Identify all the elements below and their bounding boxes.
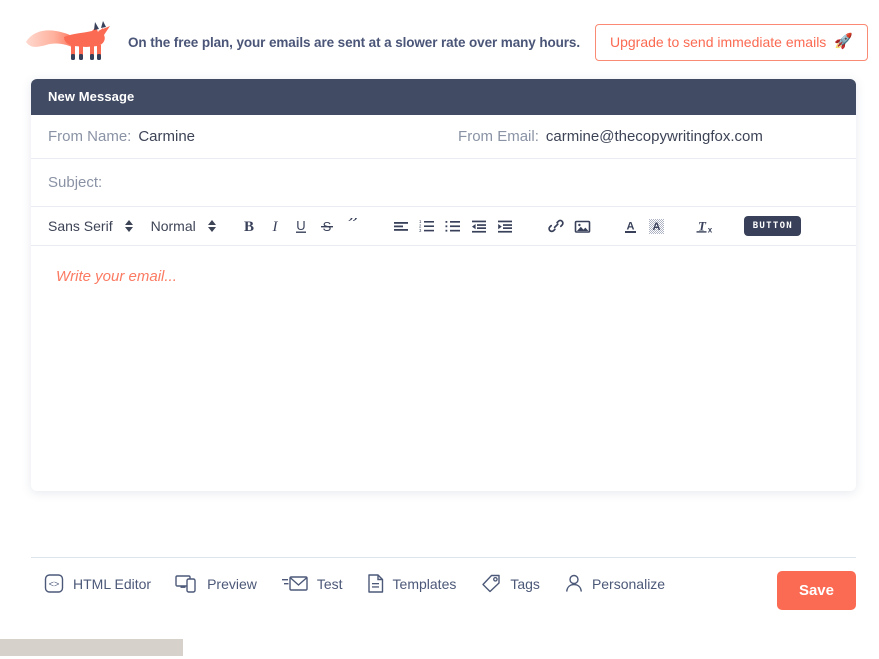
- editor-toolbar: Sans Serif Normal B I U S ” 1 2 3 A A T …: [31, 207, 856, 246]
- tags-button[interactable]: Tags: [480, 573, 540, 594]
- font-family-picker[interactable]: Sans Serif: [48, 218, 133, 234]
- from-row: From Name: Carmine From Email: carmine@t…: [31, 115, 856, 159]
- svg-text:<>: <>: [49, 579, 60, 589]
- email-body-editor[interactable]: Write your email...: [31, 246, 856, 491]
- text-color-icon[interactable]: A: [618, 214, 644, 238]
- svg-text:A: A: [627, 220, 635, 232]
- person-icon: [564, 573, 584, 594]
- footer-divider: [31, 557, 856, 558]
- svg-text:U: U: [296, 218, 305, 233]
- svg-text:A: A: [653, 221, 661, 233]
- html-editor-button[interactable]: <> HTML Editor: [44, 573, 151, 594]
- upgrade-button[interactable]: Upgrade to send immediate emails 🚀: [594, 23, 868, 61]
- insert-button-element[interactable]: BUTTON: [743, 216, 802, 236]
- blockquote-icon[interactable]: ”: [340, 214, 366, 238]
- svg-text:I: I: [271, 219, 278, 234]
- from-name-label: From Name:: [48, 128, 132, 145]
- preview-button[interactable]: Preview: [175, 573, 257, 594]
- tags-label: Tags: [510, 575, 540, 592]
- svg-text:3: 3: [419, 228, 422, 233]
- font-size-picker[interactable]: Normal: [151, 218, 216, 234]
- subject-label: Subject:: [48, 174, 103, 191]
- test-button[interactable]: Test: [281, 573, 343, 594]
- rocket-icon: 🚀: [834, 33, 853, 50]
- card-header: New Message: [31, 79, 856, 115]
- save-button[interactable]: Save: [776, 571, 856, 610]
- link-icon[interactable]: [544, 214, 570, 238]
- envelope-send-icon: [281, 573, 309, 594]
- templates-label: Templates: [392, 575, 457, 592]
- font-size-value: Normal: [150, 218, 196, 234]
- from-email-value[interactable]: carmine@thecopywritingfox.com: [546, 128, 763, 145]
- from-email-group: From Email: carmine@thecopywritingfox.co…: [458, 128, 763, 145]
- plan-notice-text: On the free plan, your emails are sent a…: [128, 34, 580, 50]
- bottom-status-bar: [0, 639, 183, 656]
- background-color-icon[interactable]: A: [644, 214, 670, 238]
- tag-icon: [480, 573, 502, 594]
- test-label: Test: [316, 575, 343, 592]
- from-name-value[interactable]: Carmine: [138, 128, 195, 145]
- from-email-label: From Email:: [458, 128, 539, 145]
- code-icon: <>: [44, 573, 65, 594]
- strikethrough-icon[interactable]: S: [314, 214, 340, 238]
- chevron-updown-icon: [124, 220, 133, 232]
- document-icon: [367, 573, 385, 594]
- image-icon[interactable]: [570, 214, 596, 238]
- devices-icon: [175, 573, 199, 594]
- clear-format-icon[interactable]: T x: [692, 214, 718, 238]
- top-banner: On the free plan, your emails are sent a…: [0, 0, 879, 84]
- svg-text:x: x: [708, 225, 713, 234]
- html-editor-label: HTML Editor: [73, 575, 152, 592]
- outdent-icon[interactable]: [466, 214, 492, 238]
- preview-label: Preview: [207, 575, 257, 592]
- svg-text:B: B: [244, 219, 254, 234]
- bullet-list-icon[interactable]: [440, 214, 466, 238]
- upgrade-button-label: Upgrade to send immediate emails: [609, 33, 827, 50]
- underline-icon[interactable]: U: [288, 214, 314, 238]
- personalize-button[interactable]: Personalize: [564, 573, 665, 594]
- font-family-value: Sans Serif: [48, 218, 113, 234]
- align-left-icon[interactable]: [388, 214, 414, 238]
- chevron-updown-icon: [207, 220, 216, 232]
- bold-icon[interactable]: B: [236, 214, 262, 238]
- italic-icon[interactable]: I: [262, 214, 288, 238]
- templates-button[interactable]: Templates: [367, 573, 457, 594]
- editor-placeholder: Write your email...: [56, 268, 177, 285]
- footer-toolbar: <> HTML Editor Preview Test Templates Ta…: [44, 573, 689, 594]
- ordered-list-icon[interactable]: 1 2 3: [414, 214, 440, 238]
- new-message-card: New Message From Name: Carmine From Emai…: [31, 79, 856, 491]
- indent-icon[interactable]: [492, 214, 518, 238]
- personalize-label: Personalize: [591, 575, 666, 592]
- subject-row[interactable]: Subject:: [31, 159, 856, 207]
- svg-text:”: ”: [348, 218, 358, 233]
- fox-logo-icon: [24, 18, 116, 66]
